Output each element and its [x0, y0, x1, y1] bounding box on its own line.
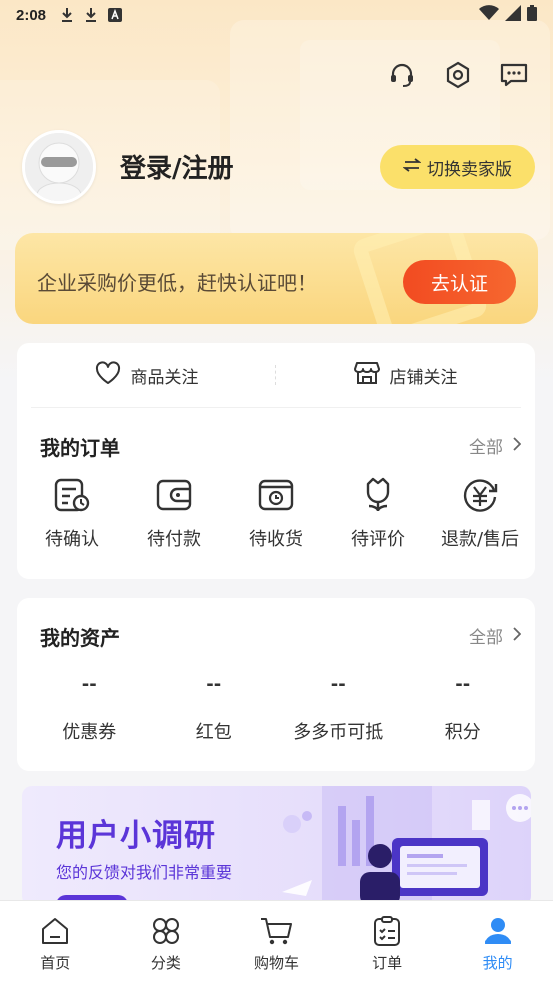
product-follow-label: 商品关注: [130, 367, 199, 388]
tab-home[interactable]: 首页: [0, 901, 111, 983]
top-actions: [385, 58, 531, 92]
bottom-tab-bar: 首页 分类 购物车 订单 我的: [0, 900, 553, 983]
download-icon: [60, 7, 74, 23]
order-pending-confirm-label: 待确认: [45, 529, 99, 550]
heart-icon: [95, 360, 121, 390]
asset-coupon-label: 优惠券: [62, 722, 117, 743]
assets-grid: -- 优惠券 -- 红包 -- 多多币可抵 -- 积分: [17, 674, 535, 744]
order-pending-receipt-label: 待收货: [249, 529, 303, 550]
user-icon: [481, 914, 515, 948]
order-pending-review-label: 待评价: [351, 529, 405, 550]
asset-coins-value: --: [330, 674, 346, 695]
divider: [31, 407, 521, 408]
asset-coupon[interactable]: -- 优惠券: [29, 674, 149, 744]
tab-mine[interactable]: 我的: [442, 901, 553, 983]
switch-seller-label: 切换卖家版: [427, 159, 512, 180]
order-refund-label: 退款/售后: [440, 529, 520, 550]
assets-title: 我的资产: [40, 626, 120, 650]
asset-red-packet-value: --: [206, 674, 222, 695]
assets-all-link[interactable]: 全部: [469, 623, 522, 648]
switch-seller-button[interactable]: 切换卖家版: [380, 145, 535, 189]
asset-coins[interactable]: -- 多多币可抵: [278, 674, 398, 744]
tab-orders-label: 订单: [372, 954, 403, 972]
customer-service-icon[interactable]: [385, 58, 419, 92]
store-icon: [353, 360, 380, 391]
follow-row: 商品关注 店铺关注: [17, 343, 535, 407]
flower-icon: [358, 475, 398, 515]
order-refund-aftersale[interactable]: 退款/售后: [430, 475, 530, 551]
order-status-grid: 待确认 待付款 待收货 待评价 退款/售后: [17, 475, 535, 551]
asset-coupon-value: --: [81, 674, 97, 695]
order-pending-confirm[interactable]: 待确认: [22, 475, 122, 551]
pending-confirm-icon: [52, 475, 92, 515]
order-pending-payment[interactable]: 待付款: [124, 475, 224, 551]
status-bar: 2:08: [0, 0, 553, 30]
tab-category[interactable]: 分类: [111, 901, 222, 983]
message-icon[interactable]: [497, 58, 531, 92]
cart-icon: [259, 914, 293, 948]
refund-icon: [460, 475, 500, 515]
battery-icon: [527, 5, 537, 25]
package-icon: [256, 475, 296, 515]
order-clipboard-icon: [370, 914, 404, 948]
login-register-link[interactable]: 登录/注册: [120, 148, 234, 185]
tab-mine-label: 我的: [482, 954, 513, 972]
survey-title: 用户小调研: [56, 818, 216, 854]
certify-button[interactable]: 去认证: [403, 260, 516, 304]
asset-points[interactable]: -- 积分: [403, 674, 523, 744]
orders-all-label: 全部: [469, 438, 503, 458]
assets-card: 我的资产 全部 -- 优惠券 -- 红包 -- 多多币可抵 -- 积分: [17, 598, 535, 771]
tab-category-label: 分类: [150, 954, 181, 972]
asset-coins-label: 多多币可抵: [293, 722, 384, 743]
settings-icon[interactable]: [441, 58, 475, 92]
download-icon: [84, 7, 98, 23]
home-icon: [38, 914, 72, 948]
certification-banner: 企业采购价更低，赶快认证吧！ 去认证: [15, 233, 538, 324]
order-pending-receipt[interactable]: 待收货: [226, 475, 326, 551]
signal-icon: [505, 5, 521, 25]
survey-subtitle: 您的反馈对我们非常重要: [56, 863, 233, 882]
tab-cart-label: 购物车: [253, 954, 299, 972]
orders-card: 商品关注 店铺关注 我的订单 全部 待确认 待付款 待收货 待评价 退款/售后: [17, 343, 535, 579]
certification-text: 企业采购价更低，赶快认证吧！: [37, 271, 317, 295]
order-pending-review[interactable]: 待评价: [328, 475, 428, 551]
avatar[interactable]: [22, 130, 96, 204]
assets-all-label: 全部: [469, 628, 503, 648]
tab-cart[interactable]: 购物车: [221, 901, 332, 983]
store-follow-label: 店铺关注: [389, 367, 458, 388]
orders-all-link[interactable]: 全部: [469, 433, 522, 458]
font-icon: [108, 8, 123, 22]
asset-red-packet-label: 红包: [195, 722, 232, 743]
asset-red-packet[interactable]: -- 红包: [154, 674, 274, 744]
tab-home-label: 首页: [40, 954, 71, 972]
asset-points-value: --: [455, 674, 471, 695]
product-follow-button[interactable]: 商品关注: [17, 360, 276, 390]
orders-title: 我的订单: [40, 436, 120, 460]
wifi-icon: [479, 5, 499, 25]
switch-icon: [402, 157, 422, 178]
order-pending-payment-label: 待付款: [147, 529, 201, 550]
follow-divider: [275, 365, 276, 385]
wallet-icon: [154, 475, 194, 515]
chevron-right-icon: [513, 626, 522, 646]
asset-points-label: 积分: [444, 722, 481, 743]
status-time: 2:08: [16, 6, 47, 24]
survey-illustration: [282, 786, 531, 906]
user-survey-banner[interactable]: 用户小调研 您的反馈对我们非常重要: [22, 786, 531, 906]
category-icon: [149, 914, 183, 948]
tab-orders[interactable]: 订单: [332, 901, 443, 983]
store-follow-button[interactable]: 店铺关注: [276, 360, 535, 391]
chevron-right-icon: [513, 436, 522, 456]
